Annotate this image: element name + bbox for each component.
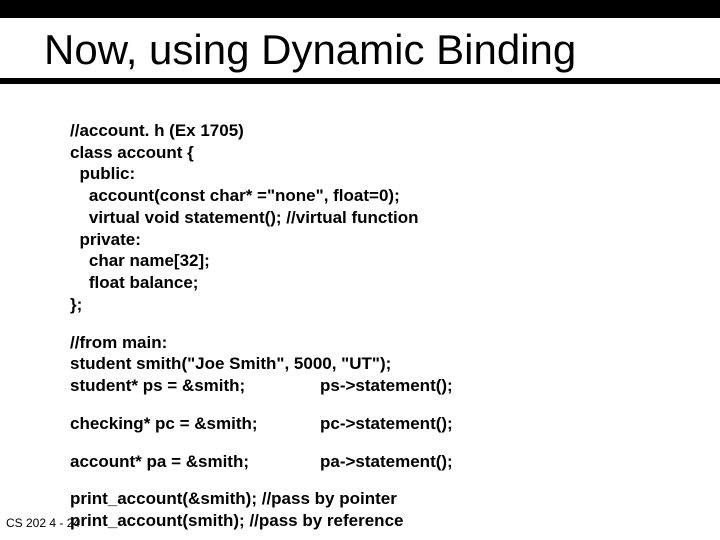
slide: Now, using Dynamic Binding //account. h … bbox=[0, 0, 720, 540]
code-cell: student* ps = &smith; bbox=[70, 375, 320, 397]
slide-footer: CS 202 4 - 24 bbox=[6, 516, 80, 530]
code-row: checking* pc = &smith; pc->statement(); bbox=[70, 413, 720, 435]
code-line: //from main: bbox=[70, 332, 720, 354]
code-row: account* pa = &smith; pa->statement(); bbox=[70, 451, 720, 473]
code-cell: checking* pc = &smith; bbox=[70, 413, 320, 435]
code-cell: account* pa = &smith; bbox=[70, 451, 320, 473]
spacer bbox=[70, 472, 720, 488]
spacer bbox=[70, 435, 720, 451]
code-line: public: bbox=[70, 164, 135, 183]
code-line: print_account(smith); //pass by referenc… bbox=[70, 510, 720, 532]
code-line: private: bbox=[70, 230, 141, 249]
top-black-bar bbox=[0, 0, 720, 18]
code-cell: pa->statement(); bbox=[320, 451, 453, 473]
code-line: class account { bbox=[70, 143, 194, 162]
code-line: //account. h (Ex 1705) bbox=[70, 121, 244, 140]
code-line: }; bbox=[70, 295, 82, 314]
code-line: account(const char* ="none", float=0); bbox=[70, 186, 400, 205]
code-line: print_account(&smith); //pass by pointer bbox=[70, 488, 720, 510]
slide-title: Now, using Dynamic Binding bbox=[0, 18, 720, 78]
code-line: student smith("Joe Smith", 5000, "UT"); bbox=[70, 353, 720, 375]
code-block-main: //from main: student smith("Joe Smith", … bbox=[70, 332, 720, 532]
code-line: virtual void statement(); //virtual func… bbox=[70, 208, 419, 227]
code-row: student* ps = &smith; ps->statement(); bbox=[70, 375, 720, 397]
spacer bbox=[70, 397, 720, 413]
code-line: float balance; bbox=[70, 273, 198, 292]
code-cell: ps->statement(); bbox=[320, 375, 453, 397]
slide-body: //account. h (Ex 1705) class account { p… bbox=[0, 84, 720, 532]
code-line: char name[32]; bbox=[70, 251, 210, 270]
code-block-account: //account. h (Ex 1705) class account { p… bbox=[70, 98, 720, 316]
code-cell: pc->statement(); bbox=[320, 413, 453, 435]
